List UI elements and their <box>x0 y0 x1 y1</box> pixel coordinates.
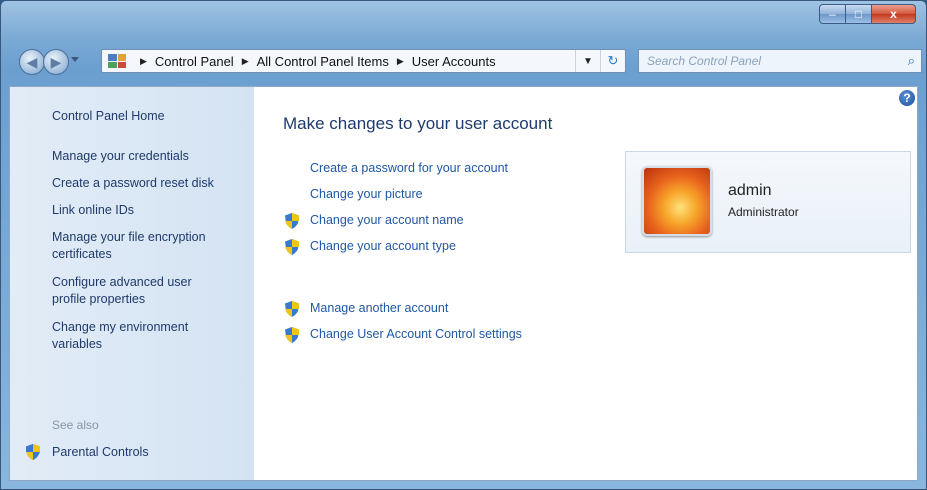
breadcrumb-control-panel[interactable]: Control Panel <box>155 54 234 69</box>
task-create-password[interactable]: Create a password for your account <box>310 161 508 175</box>
forward-button[interactable]: ▶ <box>43 49 69 75</box>
breadcrumb-separator[interactable]: ▶ <box>397 56 404 67</box>
content-pane: Control Panel Home Manage your credentia… <box>9 86 918 481</box>
parental-controls-label: Parental Controls <box>52 445 149 459</box>
breadcrumb-separator[interactable]: ▶ <box>140 56 147 67</box>
breadcrumb-separator[interactable]: ▶ <box>242 56 249 67</box>
control-panel-icon <box>108 54 126 68</box>
account-name: admin <box>728 182 772 199</box>
task-manage-another-account[interactable]: Manage another account <box>310 301 448 315</box>
task-change-account-name[interactable]: Change your account name <box>310 213 464 227</box>
sidebar-item-parental-controls[interactable]: Parental Controls <box>26 444 149 460</box>
sidebar-item-control-panel-home[interactable]: Control Panel Home <box>52 108 165 125</box>
sidebar-item-environment-variables[interactable]: Change my environment variables <box>52 319 222 353</box>
search-input[interactable]: Search Control Panel ⌕ <box>638 49 922 73</box>
minimize-button[interactable]: – <box>819 4 846 24</box>
address-dropdown-button[interactable]: ▼ <box>575 50 600 72</box>
avatar[interactable] <box>642 166 712 236</box>
user-accounts-window: – □ x ◀ ▶ ▶ Control Panel ▶ All Control … <box>0 0 927 490</box>
sidebar-item-manage-credentials[interactable]: Manage your credentials <box>52 148 189 165</box>
recent-pages-dropdown[interactable] <box>71 57 79 62</box>
refresh-icon[interactable]: ↻ <box>600 50 625 72</box>
sidebar-item-link-online-ids[interactable]: Link online IDs <box>52 202 134 219</box>
main-panel: ? Make changes to your user account Crea… <box>254 87 917 480</box>
account-card: admin Administrator <box>625 151 911 253</box>
close-button[interactable]: x <box>872 4 916 24</box>
maximize-button[interactable]: □ <box>846 4 872 24</box>
search-placeholder: Search Control Panel <box>647 54 762 68</box>
uac-shield-icon <box>285 301 299 317</box>
sidebar-item-advanced-profile[interactable]: Configure advanced user profile properti… <box>52 274 222 308</box>
breadcrumb-user-accounts[interactable]: User Accounts <box>412 54 496 69</box>
uac-shield-icon <box>285 327 299 343</box>
sidebar-item-password-reset-disk[interactable]: Create a password reset disk <box>52 175 214 192</box>
task-change-picture[interactable]: Change your picture <box>310 187 423 201</box>
uac-shield-icon <box>285 239 299 255</box>
uac-shield-icon <box>285 213 299 229</box>
navigation-bar: ◀ ▶ ▶ Control Panel ▶ All Control Panel … <box>13 47 922 77</box>
task-change-account-type[interactable]: Change your account type <box>310 239 456 253</box>
search-icon[interactable]: ⌕ <box>908 53 915 69</box>
help-icon[interactable]: ? <box>899 90 915 106</box>
sidebar-item-file-encryption[interactable]: Manage your file encryption certificates <box>52 229 242 263</box>
sidebar: Control Panel Home Manage your credentia… <box>10 87 254 480</box>
uac-shield-icon <box>26 444 40 460</box>
breadcrumb-all-items[interactable]: All Control Panel Items <box>257 54 389 69</box>
task-uac-settings[interactable]: Change User Account Control settings <box>310 327 522 341</box>
back-button[interactable]: ◀ <box>19 49 45 75</box>
see-also-heading: See also <box>52 418 99 432</box>
caption-buttons: – □ x <box>819 4 916 24</box>
page-title: Make changes to your user account <box>283 114 553 133</box>
account-role: Administrator <box>728 205 799 219</box>
address-bar[interactable]: ▶ Control Panel ▶ All Control Panel Item… <box>101 49 626 73</box>
